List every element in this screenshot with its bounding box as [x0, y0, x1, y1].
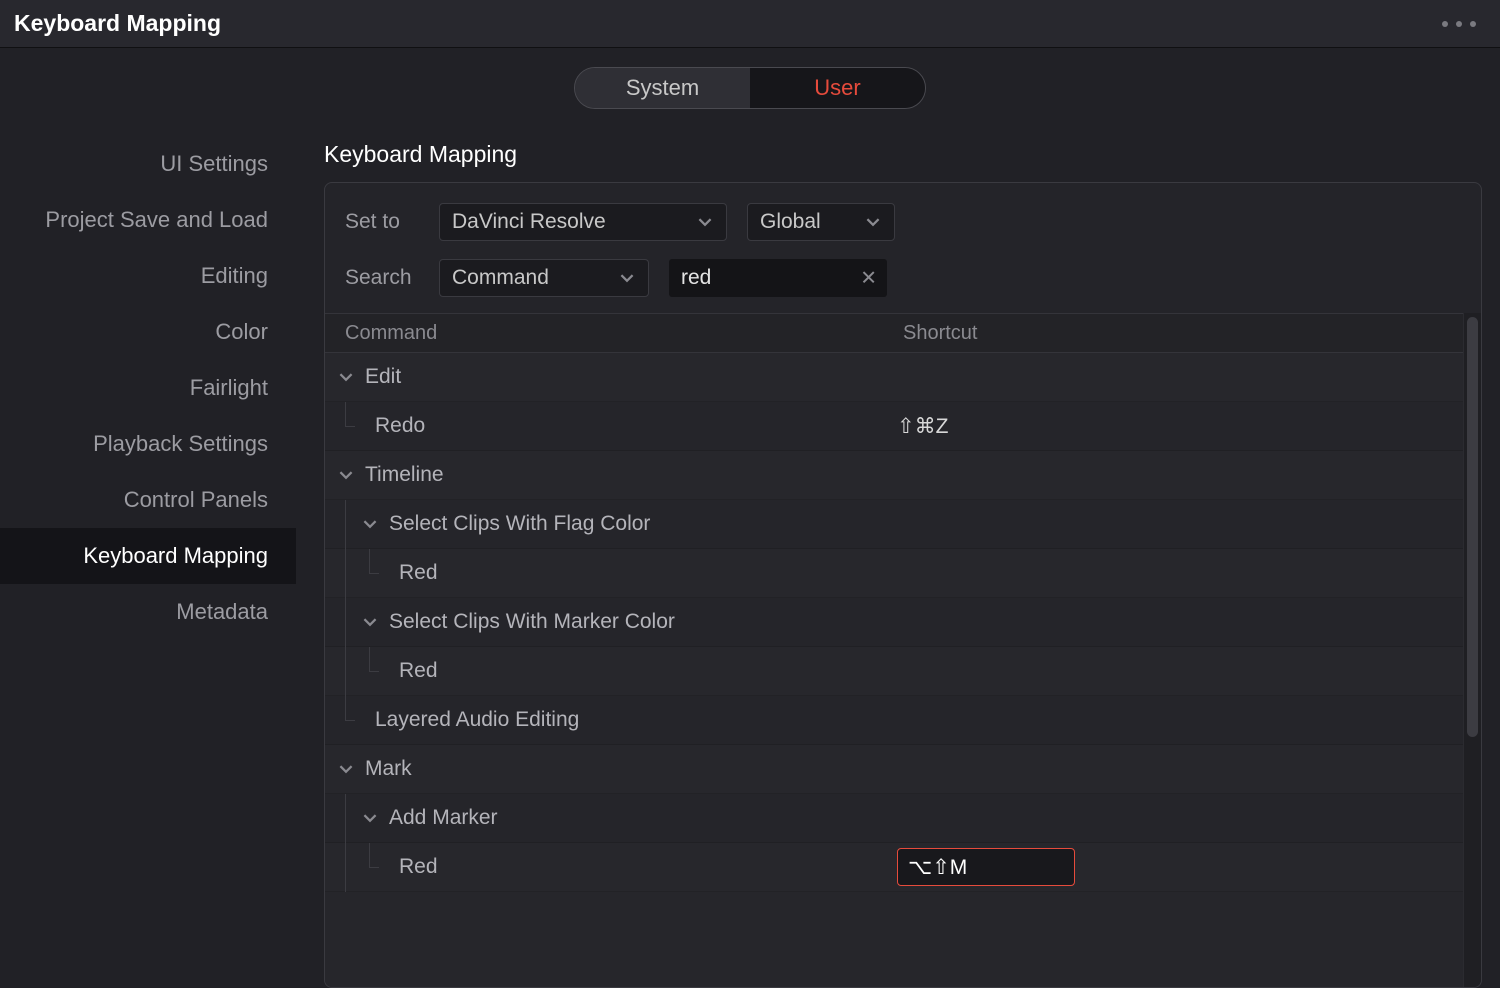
table-row[interactable]: Mark — [325, 745, 1463, 794]
command-label: Select Clips With Marker Color — [389, 610, 675, 634]
chevron-down-icon — [618, 271, 636, 285]
tab-user[interactable]: User — [750, 68, 925, 108]
chevron-down-icon[interactable] — [337, 370, 355, 384]
chevron-down-icon[interactable] — [361, 615, 379, 629]
chevron-down-icon[interactable] — [337, 762, 355, 776]
sidebar-item-color[interactable]: Color — [0, 304, 296, 360]
chevron-down-icon[interactable] — [361, 517, 379, 531]
set-to-label: Set to — [345, 210, 419, 234]
chevron-down-icon — [864, 215, 882, 229]
clear-search-icon[interactable]: ✕ — [860, 266, 877, 291]
table-row[interactable]: Red — [325, 647, 1463, 696]
sidebar-item-ui-settings[interactable]: UI Settings — [0, 136, 296, 192]
sidebar-item-editing[interactable]: Editing — [0, 248, 296, 304]
command-label: Select Clips With Flag Color — [389, 512, 650, 536]
table-row[interactable]: Red ⌥⇧M — [325, 843, 1463, 892]
search-by-value: Command — [452, 266, 549, 290]
command-label: Layered Audio Editing — [375, 708, 579, 732]
command-label: Red — [399, 561, 438, 585]
sidebar-item-playback-settings[interactable]: Playback Settings — [0, 416, 296, 472]
table-header: Command Shortcut — [325, 313, 1463, 353]
command-tree[interactable]: Edit Redo ⇧⌘Z Timeline Select Clips With Fla… — [325, 353, 1463, 987]
command-label: Timeline — [365, 463, 444, 487]
command-label: Edit — [365, 365, 401, 389]
vertical-scrollbar[interactable] — [1463, 313, 1481, 987]
table-row[interactable]: Timeline — [325, 451, 1463, 500]
search-input[interactable] — [669, 259, 887, 297]
table-row[interactable]: Redo ⇧⌘Z — [325, 402, 1463, 451]
scrollbar-thumb[interactable] — [1467, 317, 1478, 737]
scope-dropdown-value: Global — [760, 210, 821, 234]
preset-dropdown[interactable]: DaVinci Resolve — [439, 203, 727, 241]
table-row[interactable]: Edit — [325, 353, 1463, 402]
table-row[interactable]: Layered Audio Editing — [325, 696, 1463, 745]
search-label: Search — [345, 266, 419, 290]
system-user-segmented: System User — [574, 67, 926, 109]
sidebar-item-control-panels[interactable]: Control Panels — [0, 472, 296, 528]
table-row[interactable]: Add Marker — [325, 794, 1463, 843]
preset-dropdown-value: DaVinci Resolve — [452, 210, 606, 234]
command-label: Red — [399, 855, 438, 879]
command-label: Redo — [375, 414, 425, 438]
section-title: Keyboard Mapping — [324, 132, 1482, 176]
chevron-down-icon[interactable] — [337, 468, 355, 482]
titlebar: Keyboard Mapping — [0, 0, 1500, 48]
sidebar-item-metadata[interactable]: Metadata — [0, 584, 296, 640]
shortcut-label: ⇧⌘Z — [897, 414, 948, 439]
sidebar-item-keyboard-mapping[interactable]: Keyboard Mapping — [0, 528, 296, 584]
search-by-dropdown[interactable]: Command — [439, 259, 649, 297]
table-row[interactable]: Red — [325, 549, 1463, 598]
command-label: Add Marker — [389, 806, 498, 830]
table-row[interactable]: Select Clips With Marker Color — [325, 598, 1463, 647]
keyboard-mapping-panel: Set to DaVinci Resolve Global Search Com… — [324, 182, 1482, 988]
window-options-icon[interactable] — [1442, 0, 1476, 47]
sidebar-item-project-save[interactable]: Project Save and Load — [0, 192, 296, 248]
shortcut-input[interactable]: ⌥⇧M — [897, 848, 1075, 886]
tab-row: System User — [0, 48, 1500, 128]
chevron-down-icon[interactable] — [361, 811, 379, 825]
chevron-down-icon — [696, 215, 714, 229]
tab-system[interactable]: System — [575, 68, 750, 108]
command-label: Mark — [365, 757, 412, 781]
table-row[interactable]: Select Clips With Flag Color — [325, 500, 1463, 549]
sidebar-item-fairlight[interactable]: Fairlight — [0, 360, 296, 416]
column-header-command[interactable]: Command — [325, 322, 897, 345]
scope-dropdown[interactable]: Global — [747, 203, 895, 241]
settings-sidebar: UI Settings Project Save and Load Editin… — [0, 128, 296, 988]
command-label: Red — [399, 659, 438, 683]
column-header-shortcut[interactable]: Shortcut — [897, 322, 1463, 345]
window-title: Keyboard Mapping — [14, 10, 221, 37]
